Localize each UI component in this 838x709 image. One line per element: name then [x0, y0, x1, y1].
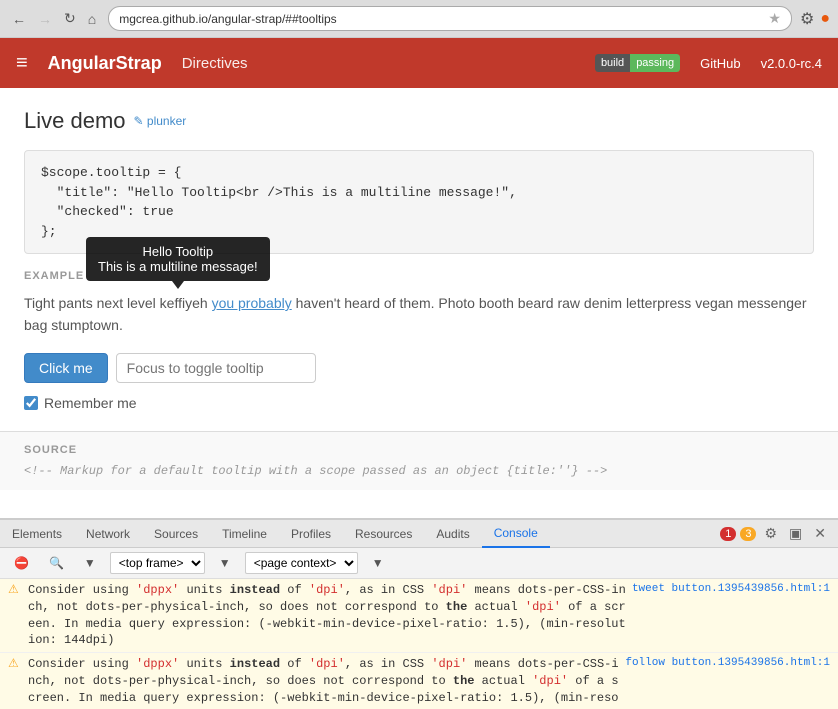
content-inner: Live demo ✎ plunker $scope.tooltip = { "…: [0, 88, 838, 431]
devtools-console: ⚠ Consider using 'dppx' units instead of…: [0, 579, 838, 709]
tab-timeline[interactable]: Timeline: [210, 521, 279, 547]
devtools-close-button[interactable]: ✕: [810, 523, 830, 544]
context-arrow[interactable]: ▼: [213, 554, 237, 572]
build-label: build: [595, 54, 630, 72]
tooltip-line2: This is a multiline message!: [98, 259, 258, 274]
devtools-tab-actions: 1 3 ⚙ ▣ ✕: [720, 523, 838, 544]
focus-input[interactable]: [116, 353, 316, 383]
github-link[interactable]: GitHub: [700, 56, 740, 71]
home-button[interactable]: ⌂: [84, 9, 100, 29]
live-demo-header: Live demo ✎ plunker: [24, 108, 814, 134]
tab-sources[interactable]: Sources: [142, 521, 210, 547]
tooltip-arrow: [172, 281, 184, 289]
back-button[interactable]: ←: [8, 9, 30, 29]
console-entry-1: ⚠ Consider using 'dppx' units instead of…: [0, 579, 838, 653]
tooltip-popup: Hello Tooltip This is a multiline messag…: [86, 237, 270, 281]
error-count: 1: [720, 527, 736, 541]
tab-elements[interactable]: Elements: [0, 521, 74, 547]
browser-toolbar: ← → ↻ ⌂ mgcrea.github.io/angular-strap/#…: [0, 0, 838, 37]
warning-icon-1: ⚠: [8, 582, 22, 599]
menu-button[interactable]: ●: [820, 10, 830, 28]
devtools-panel: Elements Network Sources Timeline Profil…: [0, 518, 838, 709]
click-me-button[interactable]: Click me: [24, 353, 108, 383]
filter-toggle-button[interactable]: ▼: [78, 554, 102, 572]
example-text-before: Tight pants next level keffiyeh: [24, 295, 212, 311]
tab-resources[interactable]: Resources: [343, 521, 424, 547]
context-down-button[interactable]: ▼: [366, 554, 390, 572]
console-text-1: Consider using 'dppx' units instead of '…: [28, 582, 626, 649]
tab-network[interactable]: Network: [74, 521, 142, 547]
code-text: $scope.tooltip = { "title": "Hello Toolt…: [41, 163, 797, 241]
devtools-tabs: Elements Network Sources Timeline Profil…: [0, 520, 838, 548]
passing-label: passing: [630, 54, 680, 72]
devtools-layout-button[interactable]: ▣: [785, 523, 806, 544]
remember-me-row: Remember me: [24, 395, 814, 411]
filter-button[interactable]: 🔍: [43, 554, 70, 572]
remember-me-label: Remember me: [44, 395, 137, 411]
extensions-button[interactable]: ⚙: [800, 9, 814, 29]
console-link-1[interactable]: tweet button.1395439856.html:1: [632, 582, 830, 597]
example-link[interactable]: you probably: [212, 295, 292, 311]
remember-me-checkbox[interactable]: [24, 396, 38, 410]
brand-name: AngularStrap: [48, 53, 162, 74]
directives-link[interactable]: Directives: [182, 55, 248, 72]
error-warning-counts: 1 3: [720, 527, 756, 541]
address-bar[interactable]: mgcrea.github.io/angular-strap/##tooltip…: [108, 6, 792, 31]
browser-chrome: ← → ↻ ⌂ mgcrea.github.io/angular-strap/#…: [0, 0, 838, 38]
tab-console[interactable]: Console: [482, 520, 550, 548]
address-text: mgcrea.github.io/angular-strap/##tooltip…: [119, 12, 762, 26]
example-paragraph: Tight pants next level keffiyeh you prob…: [24, 292, 814, 337]
nav-buttons: ← → ↻ ⌂: [8, 8, 100, 29]
main-content: Live demo ✎ plunker $scope.tooltip = { "…: [0, 88, 838, 518]
frame-select[interactable]: <top frame>: [110, 552, 205, 574]
source-label: SOURCE: [24, 444, 814, 456]
bookmark-icon[interactable]: ★: [768, 10, 781, 27]
hamburger-menu-button[interactable]: ≡: [16, 52, 28, 75]
navbar: ≡ AngularStrap Directives build passing …: [0, 38, 838, 88]
devtools-settings-button[interactable]: ⚙: [760, 523, 781, 544]
clear-console-button[interactable]: ⛔: [8, 554, 35, 572]
forward-button[interactable]: →: [34, 9, 56, 29]
console-entry-2: ⚠ Consider using 'dppx' units instead of…: [0, 653, 838, 709]
warning-icon-2: ⚠: [8, 656, 22, 673]
live-demo-title: Live demo: [24, 108, 126, 134]
tab-profiles[interactable]: Profiles: [279, 521, 343, 547]
tooltip-popup-container: Hello Tooltip This is a multiline messag…: [86, 237, 270, 281]
plunker-link[interactable]: ✎ plunker: [134, 114, 187, 128]
reload-button[interactable]: ↻: [60, 8, 80, 29]
source-section: SOURCE <!-- Markup for a default tooltip…: [0, 431, 838, 490]
console-link-2[interactable]: follow button.1395439856.html:1: [625, 656, 830, 671]
console-text-2: Consider using 'dppx' units instead of '…: [28, 656, 619, 709]
devtools-toolbar: ⛔ 🔍 ▼ <top frame> ▼ <page context> ▼: [0, 548, 838, 579]
source-code: <!-- Markup for a default tooltip with a…: [24, 464, 814, 478]
tab-audits[interactable]: Audits: [424, 521, 481, 547]
browser-actions: ⚙ ●: [800, 9, 830, 29]
context-select[interactable]: <page context>: [245, 552, 358, 574]
warning-count: 3: [740, 527, 756, 541]
demo-controls: Click me: [24, 353, 814, 383]
build-badge: build passing: [595, 54, 680, 72]
tooltip-line1: Hello Tooltip: [98, 244, 258, 259]
version-label: v2.0.0-rc.4: [761, 56, 822, 71]
